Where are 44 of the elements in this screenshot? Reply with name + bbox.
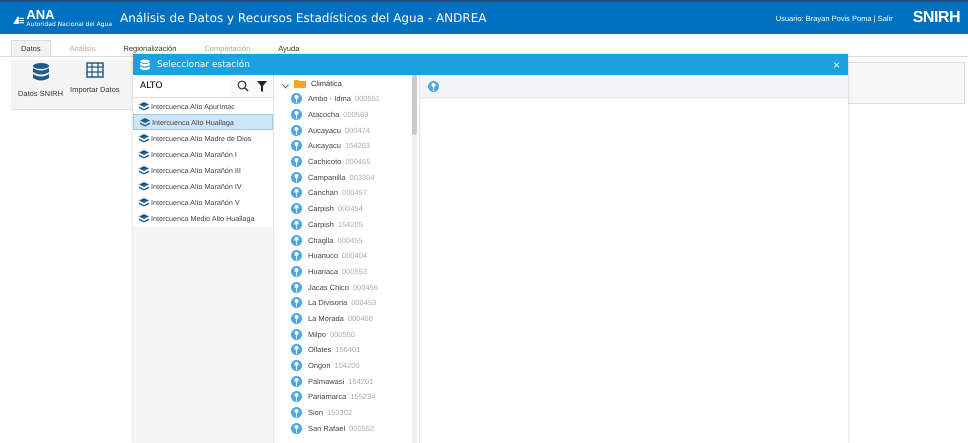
station-icon (291, 328, 302, 340)
station-icon (291, 172, 302, 183)
station-icon (291, 297, 302, 308)
layers-icon (139, 166, 149, 174)
station-icon (291, 109, 302, 120)
layers-icon (139, 134, 149, 142)
layers-icon (139, 150, 149, 158)
chevron-icon[interactable] (282, 84, 289, 88)
station-icon (291, 407, 302, 418)
station-icon (291, 376, 302, 387)
search-icon[interactable] (237, 80, 249, 92)
station-icon (291, 234, 302, 246)
layers-icon (139, 198, 149, 206)
station-icon (291, 312, 302, 324)
brand-logo: SNIRH (912, 9, 960, 27)
station-icon (291, 266, 302, 277)
database-icon (30, 62, 50, 82)
station-icon (291, 187, 302, 198)
station-icon (291, 344, 302, 356)
database-icon (139, 58, 151, 70)
station-icon (291, 391, 302, 402)
pin-icon[interactable] (428, 80, 439, 92)
station-icon (291, 422, 302, 434)
station-icon (291, 360, 302, 372)
station-icon (291, 250, 302, 262)
table-icon (86, 62, 104, 78)
dialog-title: Seleccionar estación (157, 60, 251, 70)
station-icon (291, 218, 302, 230)
station-icon (291, 93, 302, 104)
scrollbar[interactable] (412, 75, 417, 443)
station-icon (291, 156, 302, 168)
filter-icon[interactable] (257, 80, 267, 92)
station-icon (291, 282, 302, 293)
app-title: Análisis de Datos y Recursos Estadísticos del Agua - ANDREA (120, 11, 488, 25)
station-icon (291, 124, 302, 136)
logo-text: ANA (26, 8, 55, 21)
layers-icon (139, 214, 149, 222)
layers-icon (139, 102, 149, 110)
station-icon (291, 203, 302, 214)
layers-icon (139, 182, 149, 190)
station-icon (291, 140, 302, 152)
layers-icon (140, 118, 150, 126)
search-field[interactable]: ALTO (133, 76, 229, 96)
folder-icon (294, 78, 306, 88)
